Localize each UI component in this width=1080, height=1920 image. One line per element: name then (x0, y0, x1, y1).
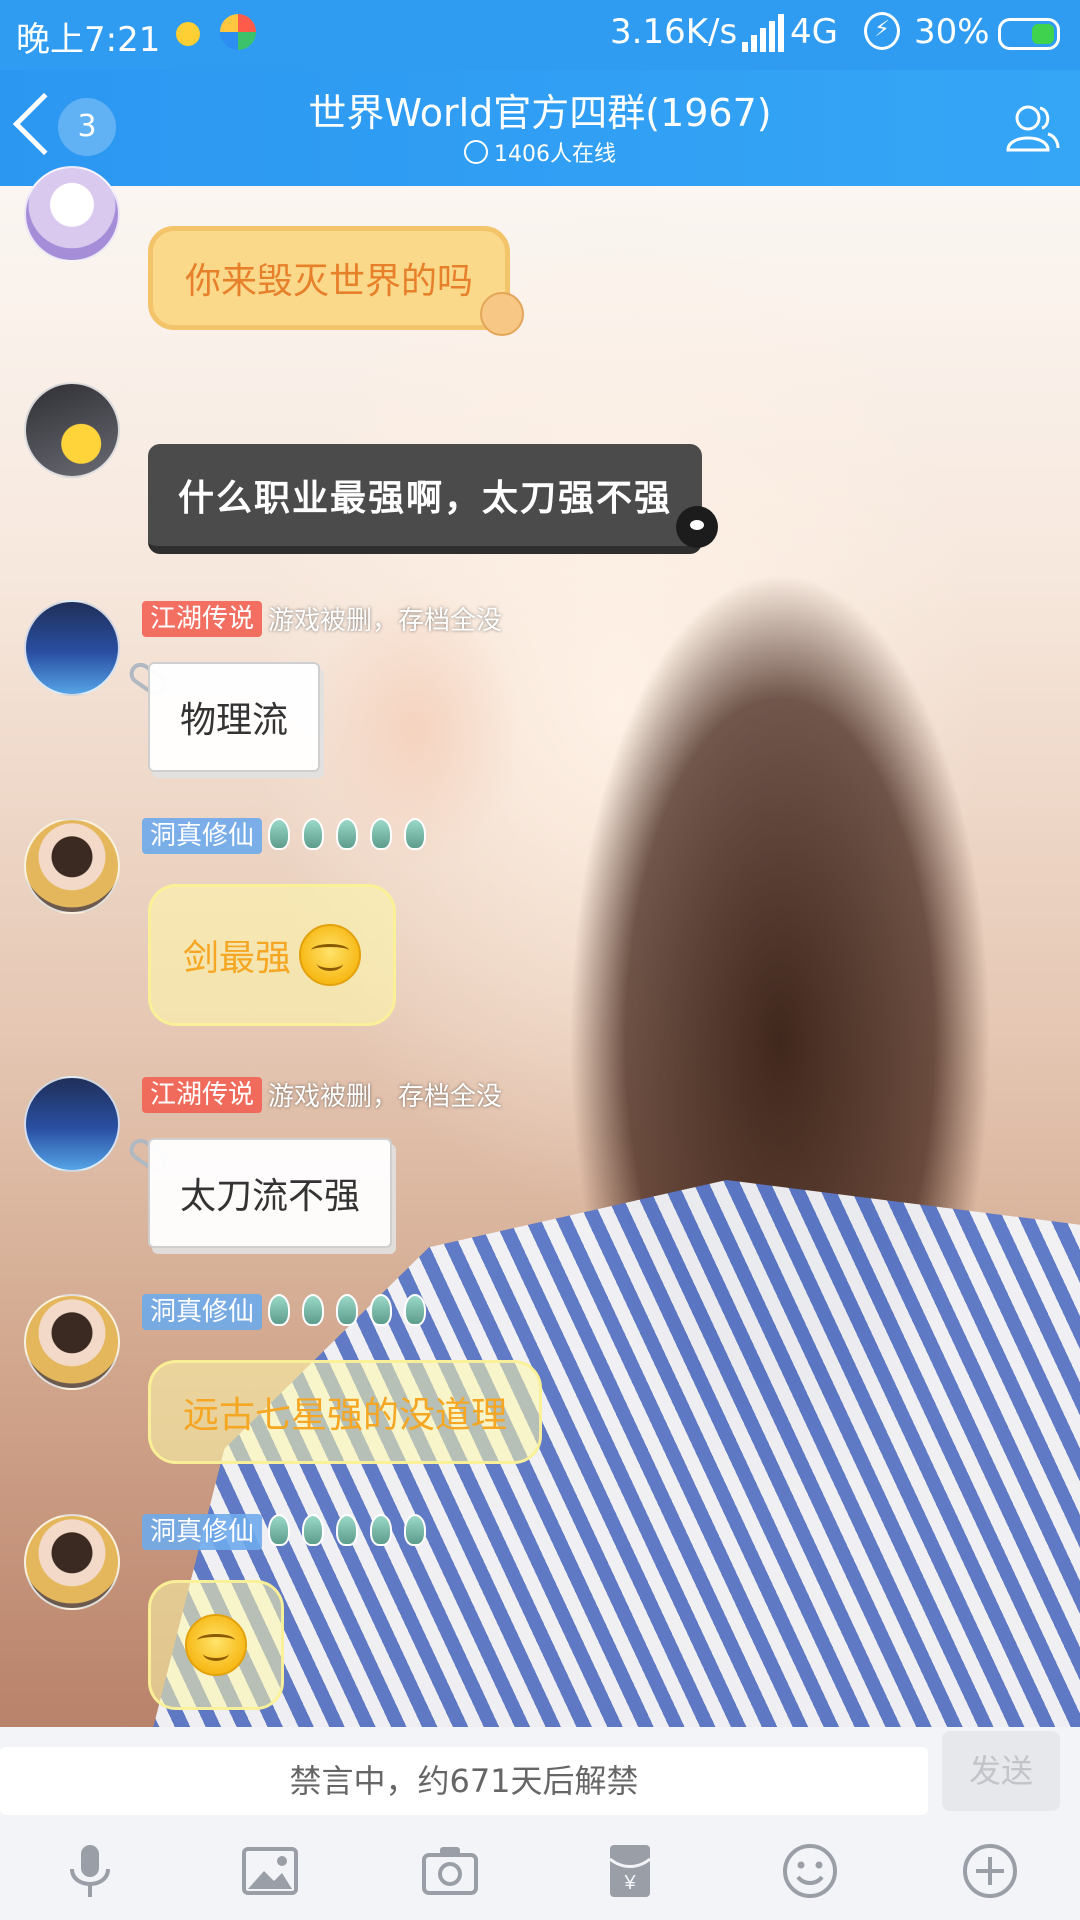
avatar[interactable] (24, 166, 120, 262)
message-text: 你来毁灭世界的吗 (185, 261, 474, 302)
chat-screen: 晚上7:21 3.16K/s 4G ⚡ 30% 3 世界World官方四群(19… (0, 0, 1080, 1920)
sender-tag: 江湖传说 (142, 1076, 263, 1113)
fish-badges-icon (268, 1294, 438, 1330)
sender-meta: 江湖传说 游戏被删，存档全没 (142, 1076, 502, 1113)
status-bar: 晚上7:21 3.16K/s 4G ⚡ 30% (0, 0, 1080, 70)
fish-badges-icon (268, 1514, 438, 1550)
battery-icon (998, 18, 1060, 50)
sender-meta: 洞真修仙 (142, 1514, 438, 1550)
battery-percent: 30% (914, 12, 990, 52)
sender-tag: 洞真修仙 (142, 1294, 263, 1330)
app-notification-icon (220, 14, 256, 50)
message-bubble[interactable]: 太刀流不强 (148, 1138, 393, 1248)
emoji-icon[interactable] (780, 1841, 840, 1901)
sender-tag: 江湖传说 (142, 600, 263, 637)
sender-status: 游戏被删，存档全没 (268, 1082, 503, 1112)
group-title: 世界World官方四群(1967) (308, 91, 772, 135)
avatar[interactable] (24, 600, 120, 696)
sender-tag: 洞真修仙 (142, 1514, 263, 1550)
message-text: 物理流 (180, 700, 289, 741)
avatar[interactable] (24, 1294, 120, 1390)
title-bar: 3 世界World官方四群(1967) 1406人在线 (0, 70, 1080, 186)
notification-dot-icon (176, 22, 200, 46)
network-type: 4G (790, 12, 838, 52)
message-bubble[interactable]: 物理流 (148, 662, 321, 772)
online-count: 1406人在线 (200, 136, 880, 168)
camera-icon[interactable] (420, 1841, 480, 1901)
monster-sticker-icon (676, 506, 718, 548)
message-input[interactable]: 禁言中，约671天后解禁 (0, 1747, 928, 1815)
cat-sticker-icon (480, 292, 524, 336)
send-button[interactable]: 发送 (942, 1731, 1060, 1811)
message-bubble[interactable] (148, 1580, 284, 1710)
sender-meta: 江湖传说 游戏被删，存档全没 (142, 600, 502, 637)
sender-tag: 洞真修仙 (142, 818, 263, 854)
message-text: 什么职业最强啊，太刀强不强 (178, 477, 673, 519)
message-text: 太刀流不强 (180, 1176, 361, 1217)
avatar[interactable] (24, 818, 120, 914)
input-toolbar: ¥ (0, 1833, 1080, 1919)
status-time: 晚上7:21 (16, 20, 161, 60)
image-icon[interactable] (240, 1841, 300, 1901)
unread-count-badge[interactable]: 3 (58, 98, 116, 156)
online-count-text: 1406人在线 (494, 142, 616, 167)
charging-icon: ⚡ (864, 12, 900, 50)
microphone-icon[interactable] (60, 1841, 120, 1901)
network-speed: 3.16K/s (610, 12, 738, 52)
message-bubble[interactable]: 什么职业最强啊，太刀强不强 (148, 444, 703, 554)
avatar[interactable] (24, 1076, 120, 1172)
group-members-icon[interactable] (1002, 98, 1062, 158)
message-text: 剑最强 (183, 938, 292, 979)
message-bubble[interactable]: 远古七星强的没道理 (148, 1360, 543, 1464)
message-bubble[interactable]: 剑最强 (148, 884, 397, 1026)
signal-icon (742, 14, 786, 52)
plus-icon[interactable] (960, 1841, 1020, 1901)
sender-status: 游戏被删，存档全没 (268, 606, 503, 636)
online-check-icon (464, 140, 488, 164)
svg-text:¥: ¥ (623, 1872, 636, 1894)
message-text: 远古七星强的没道理 (183, 1395, 508, 1436)
message-bubble[interactable]: 你来毁灭世界的吗 (148, 226, 511, 330)
avatar[interactable] (24, 1514, 120, 1610)
smirk-emoji-icon (299, 924, 362, 986)
red-packet-icon[interactable]: ¥ (600, 1841, 660, 1901)
fish-badges-icon (268, 818, 438, 854)
sender-meta: 洞真修仙 (142, 818, 438, 854)
avatar[interactable] (24, 382, 120, 478)
smirk-emoji-icon (185, 1614, 247, 1676)
input-area: 禁言中，约671天后解禁 发送 ¥ (0, 1727, 1080, 1920)
sender-meta: 洞真修仙 (142, 1294, 438, 1330)
